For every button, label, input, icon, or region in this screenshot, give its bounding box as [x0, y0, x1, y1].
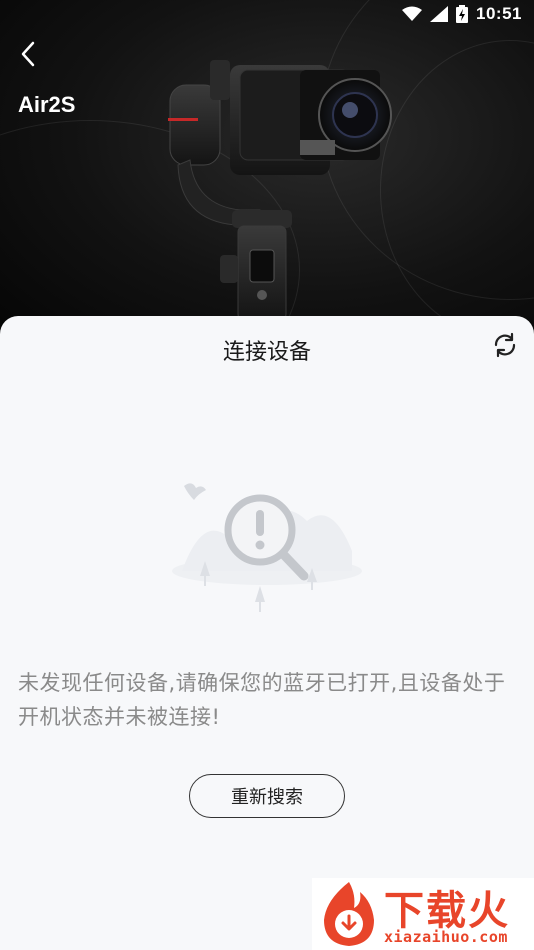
device-name: Air2S — [18, 92, 76, 117]
status-bar: 10:51 — [0, 0, 534, 28]
wifi-icon — [402, 6, 423, 21]
chevron-left-icon — [21, 41, 35, 67]
watermark-logo: 下载火 xiazaihuo.com — [312, 878, 534, 950]
refresh-button[interactable] — [488, 328, 522, 362]
hero-banner — [0, 0, 534, 340]
battery-charging-icon — [456, 5, 469, 23]
watermark-en-text: xiazaihuo.com — [384, 928, 508, 946]
signal-icon — [430, 6, 449, 22]
empty-message: 未发现任何设备,请确保您的蓝牙已打开,且设备处于开机状态并未被连接! — [18, 671, 506, 729]
sheet-title: 连接设备 — [222, 340, 311, 365]
no-device-illustration — [172, 483, 362, 612]
refresh-icon — [494, 332, 516, 358]
gimbal-product-image — [168, 60, 392, 320]
back-button[interactable] — [12, 38, 44, 70]
fire-logo-icon — [324, 882, 374, 946]
connect-device-sheet: 连接设备 未发现任何设备,请确保您的蓝牙已打开,且设备处于开机状态并未被连接! … — [0, 316, 534, 950]
status-time: 10:51 — [476, 4, 522, 23]
rescan-button[interactable]: 重新搜索 — [189, 774, 345, 818]
